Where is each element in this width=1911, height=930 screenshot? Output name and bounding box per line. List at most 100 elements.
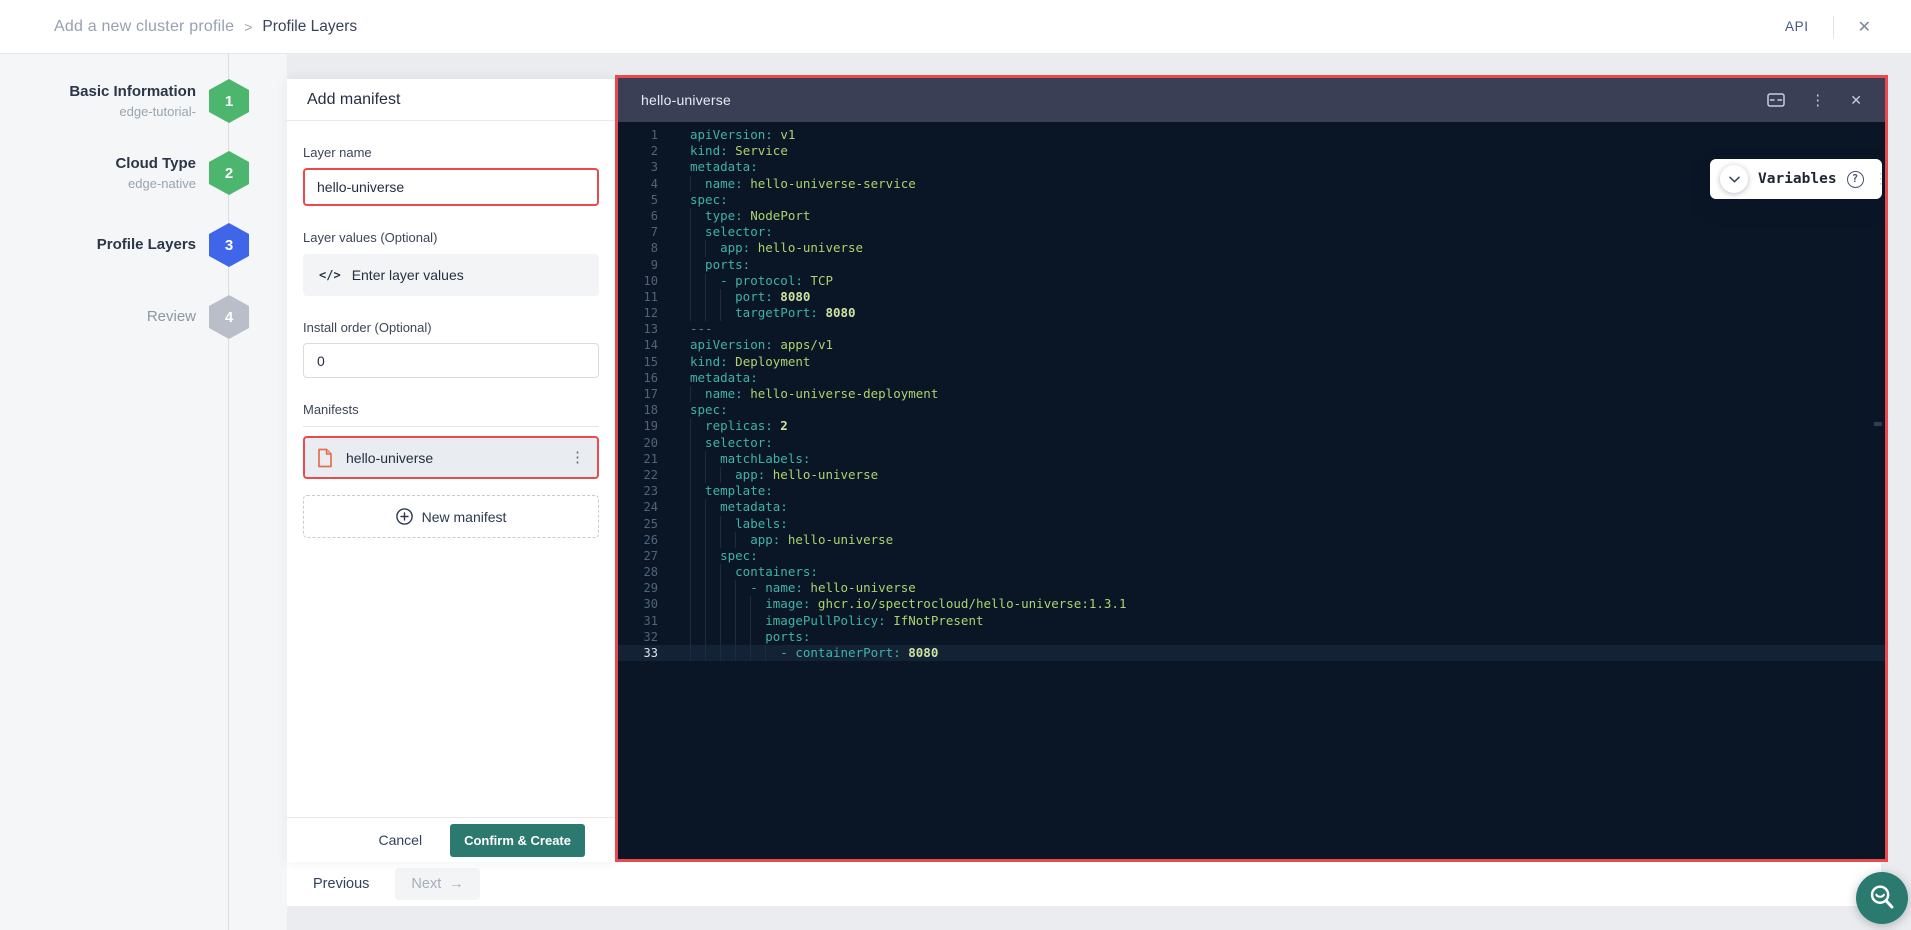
code-line[interactable]: 27spec: xyxy=(618,548,1885,564)
code-line[interactable]: 24metadata: xyxy=(618,499,1885,515)
indent-guide xyxy=(720,580,721,596)
line-number: 24 xyxy=(618,499,658,515)
breadcrumb-parent[interactable]: Add a new cluster profile xyxy=(54,18,234,36)
indent-guide xyxy=(735,580,736,596)
cancel-button[interactable]: Cancel xyxy=(378,832,422,848)
code-line[interactable]: 22app: hello-universe xyxy=(618,467,1885,483)
layer-name-input[interactable] xyxy=(303,168,599,206)
line-number: 12 xyxy=(618,305,658,321)
code-line[interactable]: 19replicas: 2 xyxy=(618,418,1885,434)
code-line[interactable]: 6type: NodePort xyxy=(618,208,1885,224)
magnifier-smile-icon xyxy=(1865,881,1899,915)
new-manifest-button[interactable]: New manifest xyxy=(303,495,599,538)
indent-guide xyxy=(690,240,691,256)
code-line[interactable]: 28containers: xyxy=(618,564,1885,580)
code-line[interactable]: 8app: hello-universe xyxy=(618,240,1885,256)
indent-guide xyxy=(690,483,691,499)
code-line[interactable]: 10- protocol: TCP xyxy=(618,273,1885,289)
indent-guide xyxy=(720,532,721,548)
api-link[interactable]: API xyxy=(1785,19,1809,34)
code-line[interactable]: 1apiVersion: v1 xyxy=(618,127,1885,143)
support-chat-button[interactable] xyxy=(1856,872,1908,924)
line-number: 10 xyxy=(618,273,658,289)
stepper-item-review[interactable]: Review 4 xyxy=(147,295,249,339)
code-line[interactable]: 14apiVersion: apps/v1 xyxy=(618,337,1885,353)
indent-guide xyxy=(705,596,706,612)
indent-guide xyxy=(690,645,691,661)
line-number: 3 xyxy=(618,159,658,175)
indent-guide xyxy=(690,435,691,451)
header-divider xyxy=(1833,16,1834,38)
code-line[interactable]: 23template: xyxy=(618,483,1885,499)
indent-guide xyxy=(690,596,691,612)
code-line[interactable]: 16metadata: xyxy=(618,370,1885,386)
indent-guide xyxy=(690,305,691,321)
previous-button[interactable]: Previous xyxy=(313,876,369,892)
step-subtitle: edge-tutorial- xyxy=(69,104,196,119)
indent-guide xyxy=(720,564,721,580)
code-line[interactable]: 9ports: xyxy=(618,257,1885,273)
breadcrumb-current: Profile Layers xyxy=(262,18,357,36)
install-order-label: Install order (Optional) xyxy=(303,320,599,335)
next-button[interactable]: Next → xyxy=(395,868,479,900)
line-number: 26 xyxy=(618,532,658,548)
help-circle-icon[interactable]: ? xyxy=(1847,171,1864,188)
line-number: 18 xyxy=(618,402,658,418)
code-line[interactable]: 2kind: Service xyxy=(618,143,1885,159)
code-line[interactable]: 12targetPort: 8080 xyxy=(618,305,1885,321)
scrollbar-marker[interactable] xyxy=(1874,422,1882,426)
manifest-kebab-icon[interactable]: ⋮ xyxy=(570,450,585,465)
wizard-stepper: Basic Information edge-tutorial- 1 Cloud… xyxy=(0,54,287,930)
indent-guide xyxy=(690,467,691,483)
code-line[interactable]: 17name: hello-universe-deployment xyxy=(618,386,1885,402)
code-line[interactable]: 18spec: xyxy=(618,402,1885,418)
stepper-item-cloud-type[interactable]: Cloud Type edge-native 2 xyxy=(115,151,249,195)
manifests-label: Manifests xyxy=(303,402,599,417)
indent-guide xyxy=(690,564,691,580)
code-line[interactable]: 30image: ghcr.io/spectrocloud/hello-univ… xyxy=(618,596,1885,612)
manifest-list-item[interactable]: hello-universe ⋮ xyxy=(303,436,599,479)
code-line[interactable]: 31imagePullPolicy: IfNotPresent xyxy=(618,613,1885,629)
indent-guide xyxy=(705,645,706,661)
indent-guide xyxy=(705,289,706,305)
variables-label: Variables xyxy=(1758,171,1837,187)
code-line[interactable]: 25labels: xyxy=(618,516,1885,532)
indent-guide xyxy=(735,645,736,661)
panel-title: Add manifest xyxy=(287,79,615,121)
plus-circle-icon xyxy=(396,508,413,525)
code-line[interactable]: 13--- xyxy=(618,321,1885,337)
code-line[interactable]: 29- name: hello-universe xyxy=(618,580,1885,596)
line-number: 14 xyxy=(618,337,658,353)
editor-close-icon[interactable]: ✕ xyxy=(1850,92,1862,109)
code-line[interactable]: 21matchLabels: xyxy=(618,451,1885,467)
enter-layer-values-button[interactable]: </> Enter layer values xyxy=(303,254,599,296)
arrow-right-icon: → xyxy=(449,876,464,892)
indent-guide xyxy=(690,451,691,467)
code-line[interactable]: 11port: 8080 xyxy=(618,289,1885,305)
code-line[interactable]: 33- containerPort: 8080 xyxy=(618,645,1885,661)
code-line[interactable]: 20selector: xyxy=(618,435,1885,451)
code-editor-area[interactable]: 1apiVersion: v12kind: Service3metadata:4… xyxy=(618,122,1885,859)
variables-kebab-icon[interactable]: ⋮ xyxy=(1874,172,1885,186)
close-icon[interactable]: ✕ xyxy=(1858,17,1871,37)
manifest-name: hello-universe xyxy=(346,450,433,466)
line-number: 23 xyxy=(618,483,658,499)
confirm-create-button[interactable]: Confirm & Create xyxy=(450,824,585,857)
stepper-item-profile-layers[interactable]: Profile Layers 3 xyxy=(97,223,249,267)
indent-guide xyxy=(735,596,736,612)
code-line[interactable]: 5spec: xyxy=(618,192,1885,208)
install-order-input[interactable] xyxy=(303,343,599,378)
code-line[interactable]: 3metadata: xyxy=(618,159,1885,175)
code-line[interactable]: 7selector: xyxy=(618,224,1885,240)
code-line[interactable]: 26app: hello-universe xyxy=(618,532,1885,548)
line-number: 33 xyxy=(618,645,658,661)
indent-guide xyxy=(735,613,736,629)
code-line[interactable]: 15kind: Deployment xyxy=(618,354,1885,370)
chevron-down-icon[interactable] xyxy=(1720,165,1748,193)
indent-guide xyxy=(705,613,706,629)
stepper-item-basic-information[interactable]: Basic Information edge-tutorial- 1 xyxy=(69,79,249,123)
split-view-icon[interactable] xyxy=(1767,93,1785,107)
code-line[interactable]: 4name: hello-universe-service xyxy=(618,176,1885,192)
code-line[interactable]: 32ports: xyxy=(618,629,1885,645)
editor-kebab-icon[interactable]: ⋮ xyxy=(1810,91,1825,109)
